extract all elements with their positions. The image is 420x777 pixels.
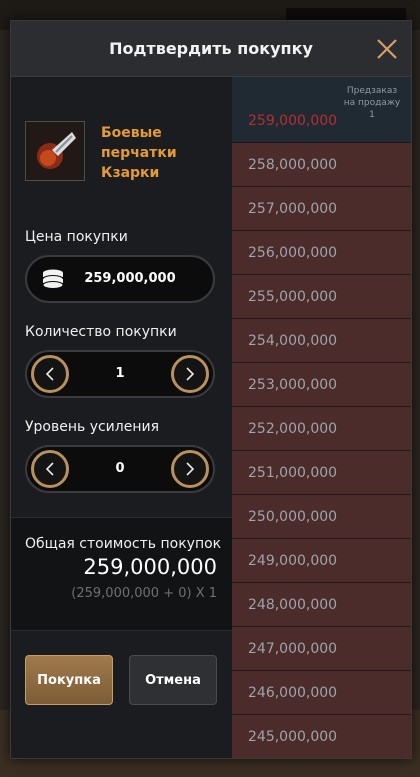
enhancement-increase-button[interactable] bbox=[171, 450, 209, 488]
preorder-count: 1 bbox=[369, 110, 375, 120]
total-label: Общая стоимость покупок bbox=[25, 536, 222, 552]
purchase-panel: Боевые перчатки Кзарки Цена покупки 259,… bbox=[11, 77, 232, 758]
enhancement-value[interactable]: 0 bbox=[67, 447, 173, 491]
price-value: 259,000,000 bbox=[84, 271, 176, 286]
price-label: Цена покупки bbox=[25, 229, 128, 245]
price-row-value: 245,000,000 bbox=[248, 729, 338, 745]
price-row[interactable]: 248,000,000 bbox=[232, 583, 411, 627]
chevron-right-icon bbox=[186, 462, 195, 476]
price-row[interactable]: 254,000,000 bbox=[232, 319, 411, 363]
quantity-label: Количество покупки bbox=[25, 324, 177, 340]
item-name: Боевые перчатки Кзарки bbox=[101, 125, 177, 181]
chevron-left-icon bbox=[45, 367, 54, 381]
price-row-value: 256,000,000 bbox=[248, 245, 338, 261]
purchase-dialog: Подтвердить покупку Боевые перчатки Кзар… bbox=[10, 20, 412, 759]
buy-button[interactable]: Покупка bbox=[25, 655, 113, 705]
current-price-row[interactable]: Предзаказ на продажу 1 259,000,000 bbox=[232, 77, 411, 143]
price-row-value: 257,000,000 bbox=[248, 201, 338, 217]
item-info: Боевые перчатки Кзарки bbox=[25, 121, 225, 191]
price-row[interactable]: 245,000,000 bbox=[232, 715, 411, 758]
price-row-value: 250,000,000 bbox=[248, 509, 338, 525]
current-price: 259,000,000 bbox=[248, 113, 338, 129]
price-row-value: 251,000,000 bbox=[248, 465, 338, 481]
enhancement-stepper: 0 bbox=[25, 445, 215, 493]
price-row[interactable]: 251,000,000 bbox=[232, 451, 411, 495]
enhancement-decrease-button[interactable] bbox=[31, 450, 69, 488]
price-row-value: 246,000,000 bbox=[248, 685, 338, 701]
price-row-value: 258,000,000 bbox=[248, 157, 338, 173]
chevron-right-icon bbox=[186, 367, 195, 381]
quantity-increase-button[interactable] bbox=[171, 355, 209, 393]
price-row[interactable]: 255,000,000 bbox=[232, 275, 411, 319]
total-formula: (259,000,000 + 0) X 1 bbox=[71, 586, 217, 601]
quantity-decrease-button[interactable] bbox=[31, 355, 69, 393]
price-row[interactable]: 258,000,000 bbox=[232, 143, 411, 187]
price-row-value: 253,000,000 bbox=[248, 377, 338, 393]
price-row-value: 249,000,000 bbox=[248, 553, 338, 569]
close-icon bbox=[377, 39, 397, 59]
price-row[interactable]: 252,000,000 bbox=[232, 407, 411, 451]
price-row[interactable]: 256,000,000 bbox=[232, 231, 411, 275]
total-panel: Общая стоимость покупок 259,000,000 (259… bbox=[11, 517, 232, 631]
dialog-header: Подтвердить покупку bbox=[11, 21, 411, 77]
price-row[interactable]: 250,000,000 bbox=[232, 495, 411, 539]
price-row-value: 254,000,000 bbox=[248, 333, 338, 349]
price-row[interactable]: 253,000,000 bbox=[232, 363, 411, 407]
price-row-value: 255,000,000 bbox=[248, 289, 338, 305]
price-row[interactable]: 246,000,000 bbox=[232, 671, 411, 715]
preorder-info: Предзаказ на продажу 1 bbox=[341, 85, 403, 121]
price-list: Предзаказ на продажу 1 259,000,000 258,0… bbox=[232, 77, 411, 758]
price-row[interactable]: 249,000,000 bbox=[232, 539, 411, 583]
cancel-button[interactable]: Отмена bbox=[129, 655, 217, 705]
dialog-title: Подтвердить покупку bbox=[109, 39, 313, 58]
quantity-value[interactable]: 1 bbox=[67, 352, 173, 396]
price-row-value: 248,000,000 bbox=[248, 597, 338, 613]
chevron-left-icon bbox=[45, 462, 54, 476]
price-field: 259,000,000 bbox=[25, 255, 215, 303]
enhancement-label: Уровень усиления bbox=[25, 419, 160, 435]
price-row-value: 247,000,000 bbox=[248, 641, 338, 657]
price-row-value: 252,000,000 bbox=[248, 421, 338, 437]
price-row[interactable]: 257,000,000 bbox=[232, 187, 411, 231]
preorder-label: Предзаказ на продажу bbox=[343, 86, 401, 108]
silver-coins-icon bbox=[42, 269, 64, 289]
price-row[interactable]: 247,000,000 bbox=[232, 627, 411, 671]
total-value: 259,000,000 bbox=[83, 555, 217, 579]
gloves-icon bbox=[25, 121, 85, 181]
quantity-stepper: 1 bbox=[25, 350, 215, 398]
close-button[interactable] bbox=[374, 36, 400, 62]
